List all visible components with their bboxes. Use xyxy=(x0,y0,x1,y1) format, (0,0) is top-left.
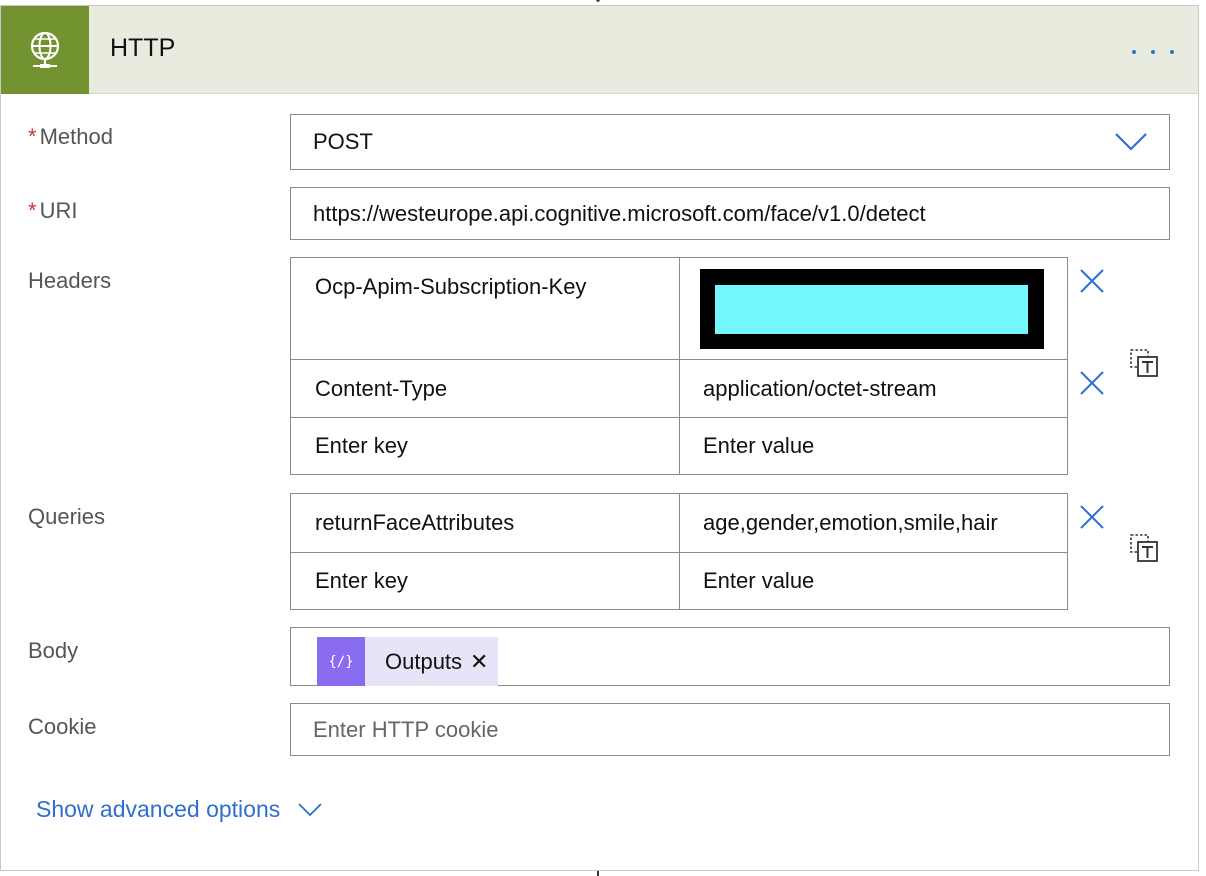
queries-label: Queries xyxy=(28,504,106,529)
chevron-down-icon xyxy=(298,802,322,816)
remove-header-icon[interactable] xyxy=(1079,268,1105,294)
query-row-empty: Enter key Enter value xyxy=(291,552,1067,609)
queries-table: returnFaceAttributes age,gender,emotion,… xyxy=(290,493,1068,610)
body-input[interactable]: {∕} Outputs ✕ xyxy=(290,627,1170,686)
header-row: Content-Type application/octet-stream xyxy=(291,359,1067,417)
uri-label: * URI xyxy=(28,198,78,223)
remove-header-icon[interactable] xyxy=(1079,370,1105,396)
method-value: POST xyxy=(313,129,373,154)
header-key-input[interactable]: Content-Type xyxy=(291,360,680,417)
header-value-input[interactable]: application/octet-stream xyxy=(680,360,1067,417)
more-options-icon[interactable] xyxy=(1132,48,1174,58)
query-key-placeholder[interactable]: Enter key xyxy=(291,553,680,609)
header-row-empty: Enter key Enter value xyxy=(291,417,1067,474)
method-select[interactable]: POST xyxy=(290,114,1170,170)
show-advanced-options-link[interactable]: Show advanced options xyxy=(36,796,322,823)
uri-value: https://westeurope.api.cognitive.microso… xyxy=(313,200,926,226)
chevron-down-icon xyxy=(1115,133,1147,151)
query-value-input[interactable]: age,gender,emotion,smile,hair xyxy=(680,494,1067,552)
header-value-input[interactable] xyxy=(680,258,1067,359)
header-value-placeholder[interactable]: Enter value xyxy=(680,418,1067,474)
card-header[interactable]: HTTP xyxy=(1,6,1198,94)
query-key-input[interactable]: returnFaceAttributes xyxy=(291,494,680,552)
close-icon[interactable]: ✕ xyxy=(470,649,498,675)
method-label: * Method xyxy=(28,124,113,149)
cookie-label: Cookie xyxy=(28,714,97,739)
query-row: returnFaceAttributes age,gender,emotion,… xyxy=(291,494,1067,552)
body-label: Body xyxy=(28,638,79,663)
outputs-token[interactable]: {∕} Outputs ✕ xyxy=(317,637,499,686)
headers-label: Headers xyxy=(28,268,112,293)
headers-table: Ocp-Apim-Subscription-Key Content-Type a… xyxy=(290,257,1068,475)
cookie-placeholder: Enter HTTP cookie xyxy=(313,716,499,742)
card-title: HTTP xyxy=(110,34,176,62)
switch-to-text-mode-icon[interactable] xyxy=(1129,348,1159,378)
query-value-placeholder[interactable]: Enter value xyxy=(680,553,1067,609)
cookie-input[interactable]: Enter HTTP cookie xyxy=(290,703,1170,756)
connector-line xyxy=(597,871,599,876)
token-label: Outputs xyxy=(385,648,463,674)
globe-icon xyxy=(1,6,89,94)
remove-query-icon[interactable] xyxy=(1079,504,1105,530)
advanced-label: Show advanced options xyxy=(36,796,281,822)
header-row: Ocp-Apim-Subscription-Key xyxy=(291,258,1067,359)
redacted-value xyxy=(700,269,1044,349)
http-action-card: HTTP * Method POST * URI https://westeurop… xyxy=(0,5,1199,871)
switch-to-text-mode-icon[interactable] xyxy=(1129,533,1159,563)
uri-input[interactable]: https://westeurope.api.cognitive.microso… xyxy=(290,187,1170,240)
header-key-input[interactable]: Ocp-Apim-Subscription-Key xyxy=(291,258,680,359)
header-key-placeholder[interactable]: Enter key xyxy=(291,418,680,474)
expression-icon: {∕} xyxy=(317,637,365,686)
